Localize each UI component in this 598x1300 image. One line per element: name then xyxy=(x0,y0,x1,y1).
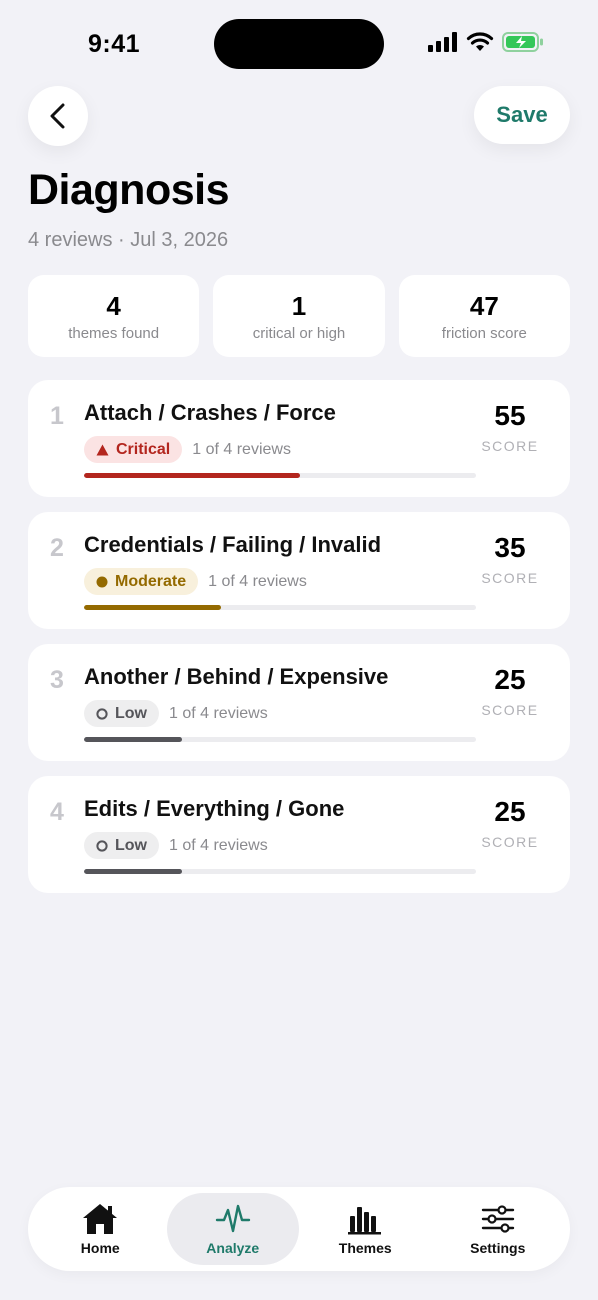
tab-label: Home xyxy=(80,1240,120,1256)
severity-label: Low xyxy=(115,704,147,722)
theme-card[interactable]: 1 Attach / Crashes / Force Critical 1 of… xyxy=(28,380,570,497)
score-value: 25 xyxy=(494,664,526,695)
stat-value: 4 xyxy=(106,290,121,321)
status-time: 9:41 xyxy=(88,30,141,58)
dynamic-island xyxy=(214,19,384,69)
tab-themes[interactable]: Themes xyxy=(299,1193,432,1265)
theme-title: Another / Behind / Expensive xyxy=(84,664,389,689)
tab-home[interactable]: Home xyxy=(34,1193,167,1265)
theme-card[interactable]: 3 Another / Behind / Expensive Low 1 of … xyxy=(28,644,570,761)
wifi-icon xyxy=(466,32,494,51)
stat-value: 47 xyxy=(469,290,499,321)
review-count: 1 of 4 reviews xyxy=(169,704,268,722)
hollow-circle-icon xyxy=(96,707,108,720)
severity-label: Moderate xyxy=(115,572,187,590)
theme-rank: 2 xyxy=(50,534,64,562)
score-bar-track xyxy=(84,869,476,874)
stat-card-critical: 1 critical or high xyxy=(213,275,385,357)
score-value: 25 xyxy=(494,796,526,827)
tab-label: Analyze xyxy=(206,1240,260,1256)
theme-title: Edits / Everything / Gone xyxy=(84,796,345,821)
badge-row: Low 1 of 4 reviews xyxy=(84,700,268,727)
stat-label: critical or high xyxy=(252,324,346,342)
score-bar-track xyxy=(84,473,476,478)
badge-row: Moderate 1 of 4 reviews xyxy=(84,568,307,595)
tab-label: Settings xyxy=(470,1240,526,1256)
save-button[interactable]: Save xyxy=(474,86,570,144)
badge-row: Low 1 of 4 reviews xyxy=(84,832,268,859)
house-icon xyxy=(83,1204,118,1234)
bar-chart-icon xyxy=(348,1207,382,1235)
score-value: 35 xyxy=(494,532,526,563)
severity-badge: Low xyxy=(84,700,159,727)
tab-bar: Home Analyze Themes Settings xyxy=(28,1187,570,1271)
hollow-circle-icon xyxy=(96,839,108,852)
severity-badge: Moderate xyxy=(84,568,199,595)
theme-card[interactable]: 2 Credentials / Failing / Invalid Modera… xyxy=(28,512,570,629)
filled-circle-icon xyxy=(96,576,108,587)
score-bar-fill xyxy=(84,605,222,610)
severity-label: Low xyxy=(115,836,147,854)
score-bar-fill xyxy=(84,869,182,874)
back-button[interactable] xyxy=(28,86,88,146)
stats-row: 4 themes found 1 critical or high 47 fri… xyxy=(28,275,570,357)
warning-triangle-icon xyxy=(96,444,109,455)
chevron-left-icon xyxy=(50,103,65,129)
score-label: SCORE xyxy=(481,702,539,718)
sliders-icon xyxy=(481,1205,514,1233)
theme-rank: 4 xyxy=(50,798,64,826)
theme-title: Credentials / Failing / Invalid xyxy=(84,532,382,557)
tab-label: Themes xyxy=(338,1240,392,1256)
score-value: 55 xyxy=(494,400,526,431)
theme-rank: 1 xyxy=(50,402,64,430)
signal-icon xyxy=(428,32,457,52)
theme-card[interactable]: 4 Edits / Everything / Gone Low 1 of 4 r… xyxy=(28,776,570,893)
severity-label: Critical xyxy=(116,440,171,458)
score-bar-track xyxy=(84,737,476,742)
review-count: 1 of 4 reviews xyxy=(192,440,291,458)
score-bar-fill xyxy=(84,737,182,742)
stat-label: themes found xyxy=(68,324,160,342)
review-count: 1 of 4 reviews xyxy=(169,836,268,854)
theme-list: 1 Attach / Crashes / Force Critical 1 of… xyxy=(28,380,570,908)
score-label: SCORE xyxy=(481,834,539,850)
battery-icon xyxy=(502,32,543,52)
score-bar-track xyxy=(84,605,476,610)
score-label: SCORE xyxy=(481,570,539,586)
page-subtitle: 4 reviews · Jul 3, 2026 xyxy=(28,229,229,251)
severity-badge: Low xyxy=(84,832,159,859)
stat-value: 1 xyxy=(291,290,307,321)
review-count: 1 of 4 reviews xyxy=(208,572,307,590)
status-bar: 9:41 xyxy=(0,0,598,90)
tab-analyze[interactable]: Analyze xyxy=(166,1193,299,1265)
pulse-icon xyxy=(215,1204,250,1233)
tab-settings[interactable]: Settings xyxy=(432,1193,565,1265)
status-icons xyxy=(428,32,544,52)
stat-label: friction score xyxy=(441,324,527,342)
stat-card-friction: 47 friction score xyxy=(398,275,570,357)
page-title: Diagnosis xyxy=(28,166,230,214)
stat-card-themes: 4 themes found xyxy=(28,275,200,357)
theme-title: Attach / Crashes / Force xyxy=(84,400,336,425)
theme-rank: 3 xyxy=(50,666,64,694)
severity-badge: Critical xyxy=(84,436,183,463)
score-bar-fill xyxy=(84,473,300,478)
score-label: SCORE xyxy=(481,438,539,454)
badge-row: Critical 1 of 4 reviews xyxy=(84,436,291,463)
